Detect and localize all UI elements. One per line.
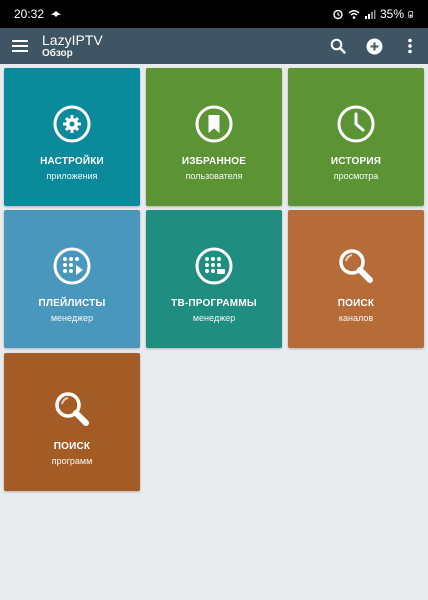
playlist-icon	[52, 246, 92, 286]
menu-button[interactable]	[0, 28, 40, 64]
tile-tv-programs[interactable]: ТВ-ПРОГРАММЫ менеджер	[146, 210, 282, 348]
tile-title: ПОИСК	[53, 441, 91, 452]
tile-title: ТВ-ПРОГРАММЫ	[171, 298, 257, 309]
tile-title: ПЛЕЙЛИСТЫ	[38, 298, 106, 309]
clock-icon	[336, 104, 376, 144]
status-time: 20:32	[14, 7, 45, 21]
tile-title: ПОИСК	[337, 298, 375, 309]
battery-icon	[408, 11, 413, 18]
search-icon	[330, 38, 346, 54]
tile-playlists[interactable]: ПЛЕЙЛИСТЫ менеджер	[4, 210, 140, 348]
tile-subtitle: приложения	[46, 171, 98, 181]
more-vert-icon	[408, 38, 412, 54]
tile-history[interactable]: ИСТОРИЯ просмотра	[288, 68, 424, 206]
tv-program-icon	[194, 246, 234, 286]
gear-icon	[52, 104, 92, 144]
tile-title: ИСТОРИЯ	[330, 156, 382, 167]
add-circle-icon	[366, 38, 382, 54]
search-icon	[336, 246, 376, 286]
tile-title: НАСТРОЙКИ	[40, 156, 104, 167]
status-bar: 20:32 35%	[0, 0, 428, 28]
tile-subtitle: менеджер	[50, 313, 94, 323]
signal-icon	[364, 10, 376, 19]
tile-subtitle: программ	[51, 456, 93, 466]
tile-subtitle: пользователя	[185, 171, 243, 181]
alarm-icon	[333, 9, 343, 20]
tile-subtitle: просмотра	[333, 171, 379, 181]
tile-search-channels[interactable]: ПОИСК каналов	[288, 210, 424, 348]
add-button[interactable]	[356, 28, 392, 64]
tile-settings[interactable]: НАСТРОЙКИ приложения	[4, 68, 140, 206]
notification-icon	[51, 11, 62, 17]
tile-subtitle: менеджер	[192, 313, 236, 323]
search-icon	[52, 389, 92, 429]
bookmark-icon	[194, 104, 234, 144]
tile-favorites[interactable]: ИЗБРАННОЕ пользователя	[146, 68, 282, 206]
overflow-menu-button[interactable]	[392, 28, 428, 64]
app-subtitle: Обзор	[42, 48, 73, 59]
hamburger-icon	[12, 40, 28, 52]
tile-subtitle: каналов	[338, 313, 374, 323]
search-button[interactable]	[320, 28, 356, 64]
tile-search-programs[interactable]: ПОИСК программ	[4, 353, 140, 491]
battery-percent: 35%	[379, 7, 404, 21]
tile-title: ИЗБРАННОЕ	[181, 156, 247, 167]
app-bar: LazyIPTV Обзор	[0, 28, 428, 64]
wifi-icon	[348, 10, 360, 19]
app-title: LazyIPTV	[42, 32, 103, 48]
